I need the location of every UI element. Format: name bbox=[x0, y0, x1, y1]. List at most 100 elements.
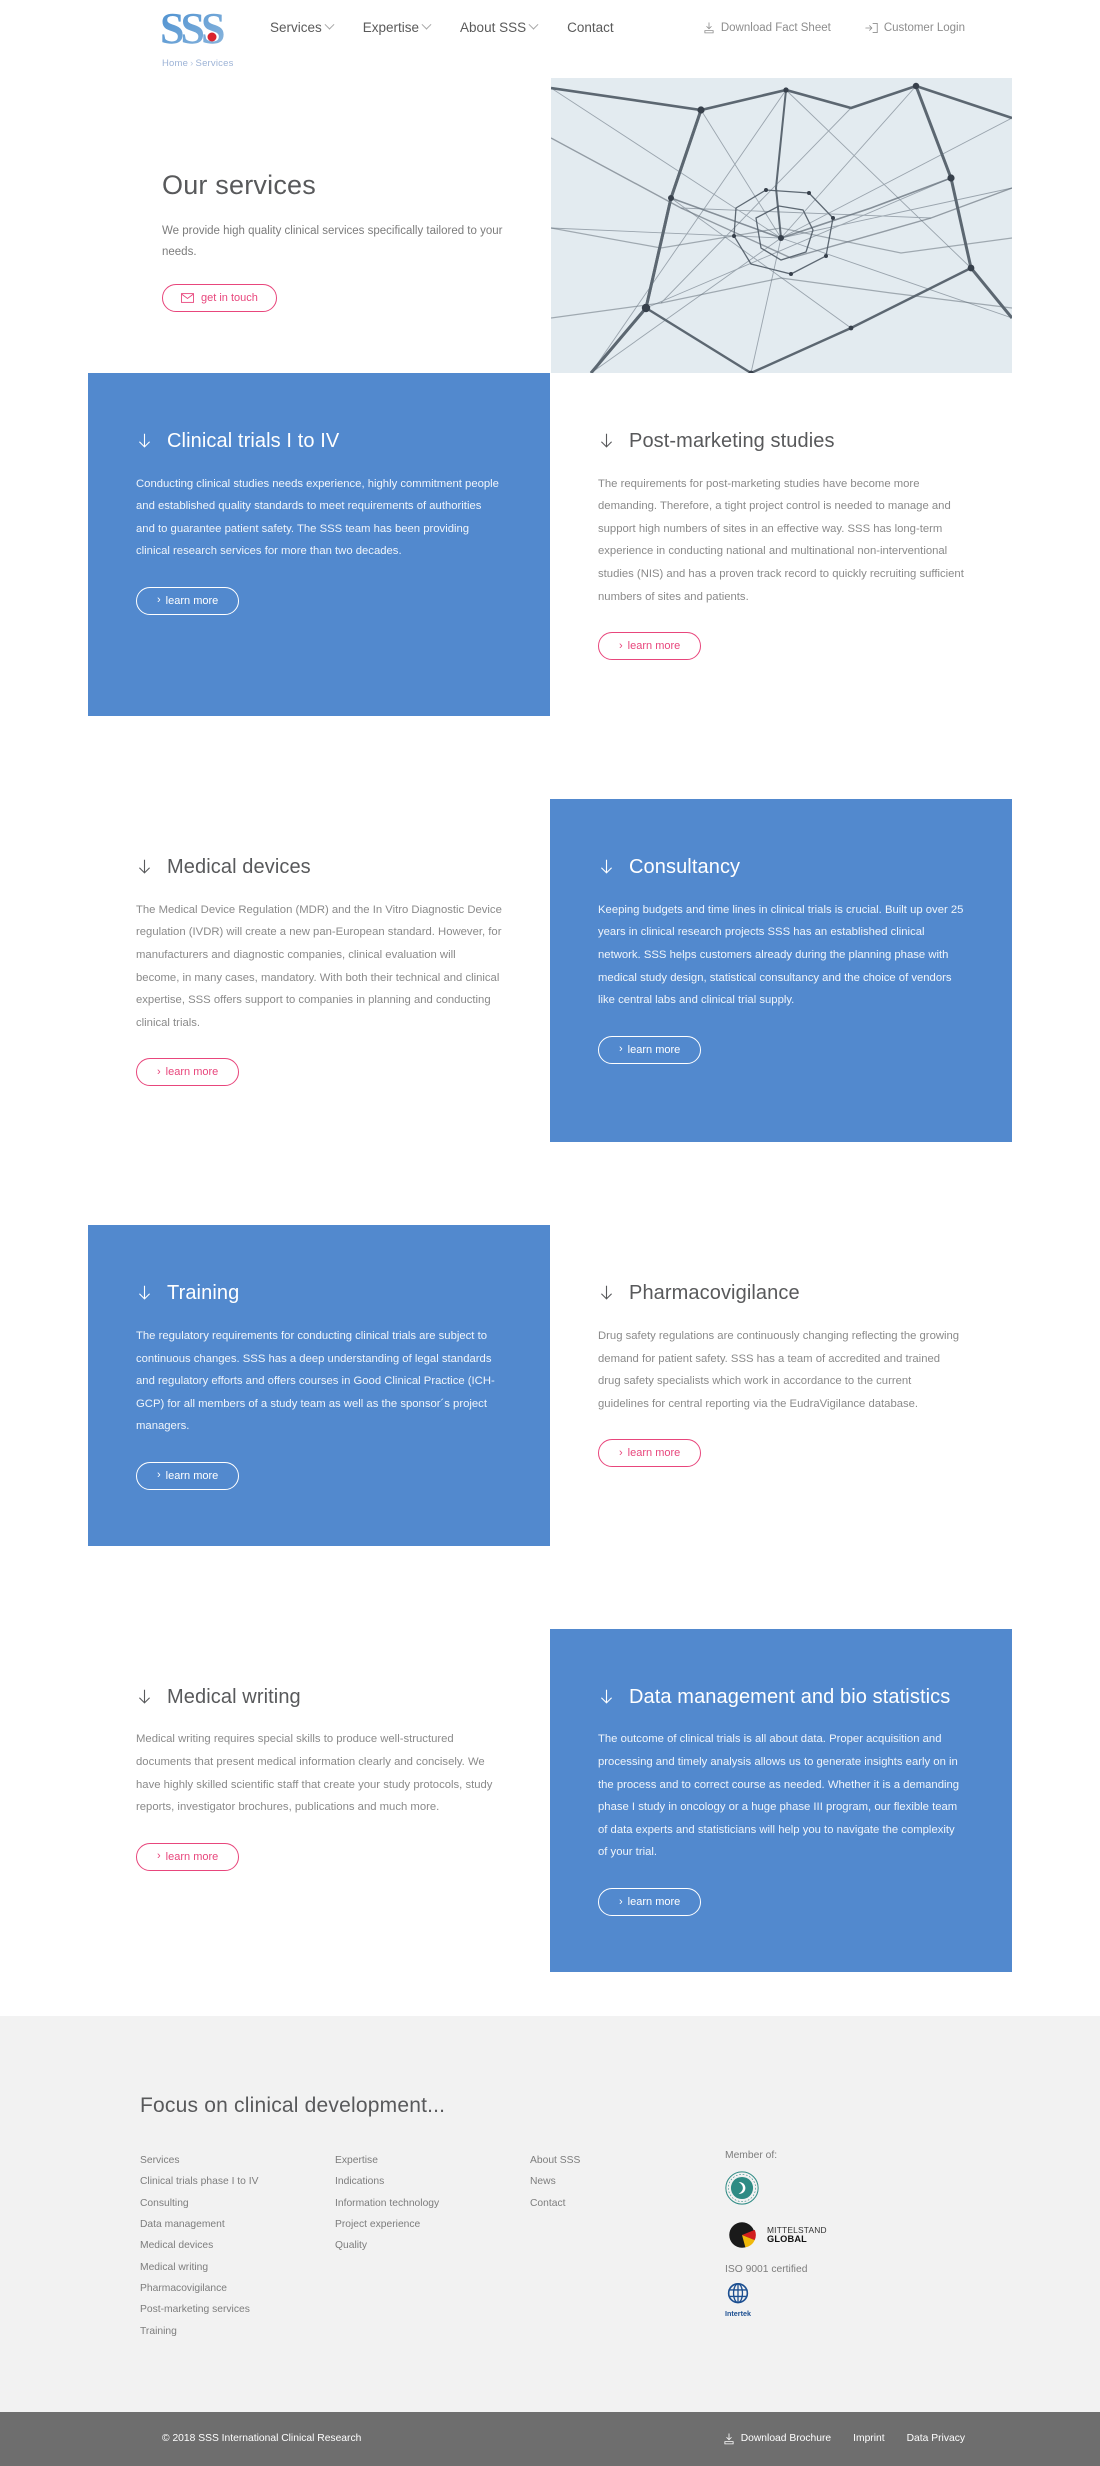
service-card-consultancy[interactable]: Consultancy Keeping budgets and time lin… bbox=[550, 799, 1012, 1143]
learn-more-button[interactable]: › learn more bbox=[598, 1888, 702, 1917]
utility-navigation: Download Fact Sheet Customer Login bbox=[703, 22, 965, 34]
footer-link[interactable]: Expertise bbox=[335, 2150, 530, 2171]
get-in-touch-button[interactable]: get in touch bbox=[162, 283, 277, 312]
arrow-down-icon bbox=[139, 859, 150, 874]
footer-link[interactable]: Services bbox=[140, 2150, 335, 2171]
breadcrumb-home[interactable]: Home bbox=[162, 58, 188, 69]
member-of-label: Member of: bbox=[725, 2150, 778, 2162]
footer-column-about: About SSS News Contact bbox=[530, 2150, 725, 2342]
arrow-down-icon bbox=[139, 1286, 150, 1300]
customer-login-link[interactable]: Customer Login bbox=[865, 22, 965, 34]
service-card-medical-devices[interactable]: Medical devices The Medical Device Regul… bbox=[88, 799, 550, 1143]
nav-item-expertise[interactable]: Expertise bbox=[363, 19, 432, 35]
footer-link[interactable]: Data management bbox=[140, 2214, 335, 2235]
chevron-right-icon: › bbox=[157, 1850, 161, 1863]
learn-more-label: learn more bbox=[165, 1066, 219, 1079]
imprint-link[interactable]: Imprint bbox=[853, 2433, 884, 2444]
mittelstand-globe-icon bbox=[729, 2222, 756, 2248]
envelope-icon bbox=[181, 292, 194, 303]
card-body-text: The outcome of clinical trials is all ab… bbox=[598, 1733, 960, 1859]
card-title-text: Medical devices bbox=[167, 856, 311, 879]
mittelstand-global-logo[interactable]: MITTELSTAND GLOBAL bbox=[725, 2218, 960, 2252]
service-card-post-marketing[interactable]: Post-marketing studies The requirements … bbox=[550, 373, 1012, 717]
footer-link[interactable]: About SSS bbox=[530, 2150, 725, 2171]
learn-more-button[interactable]: › learn more bbox=[136, 1058, 240, 1087]
card-body-text: Medical writing requires special skills … bbox=[136, 1733, 493, 1814]
footer-link[interactable]: Project experience bbox=[335, 2214, 530, 2235]
card-body-text: The requirements for post-marketing stud… bbox=[598, 477, 964, 603]
service-card-pharmacovigilance[interactable]: Pharmacovigilance Drug safety regulation… bbox=[550, 1225, 1012, 1546]
nav-label: Contact bbox=[567, 20, 614, 35]
learn-more-button[interactable]: › learn more bbox=[598, 632, 702, 661]
breadcrumb-separator: › bbox=[190, 58, 194, 69]
footer-link-columns: Services Clinical trials phase I to IV C… bbox=[140, 2150, 960, 2342]
intertek-logo[interactable]: Intertek bbox=[725, 2281, 960, 2318]
learn-more-button[interactable]: › learn more bbox=[136, 586, 240, 615]
footer-link[interactable]: Quality bbox=[335, 2235, 530, 2256]
footer-link[interactable]: Pharmacovigilance bbox=[140, 2278, 335, 2299]
footer-link[interactable]: Training bbox=[140, 2321, 335, 2342]
chevron-right-icon: › bbox=[619, 1043, 623, 1056]
learn-more-button[interactable]: › learn more bbox=[598, 1035, 702, 1064]
chevron-down-icon bbox=[324, 19, 335, 30]
chevron-right-icon: › bbox=[619, 1895, 623, 1908]
learn-more-button[interactable]: › learn more bbox=[136, 1842, 240, 1871]
card-title-row: Medical writing bbox=[136, 1685, 502, 1711]
card-title-text: Clinical trials I to IV bbox=[167, 430, 340, 452]
bottom-bar: © 2018 SSS International Clinical Resear… bbox=[0, 2411, 1100, 2466]
breadcrumb: Home › Services bbox=[162, 58, 234, 69]
footer-link[interactable]: Indications bbox=[335, 2171, 530, 2192]
svg-text:SSS: SSS bbox=[160, 6, 224, 53]
service-card-data-management[interactable]: Data management and bio statistics The o… bbox=[550, 1628, 1012, 1973]
card-title-row: Post-marketing studies bbox=[598, 429, 964, 455]
footer-link[interactable]: Clinical trials phase I to IV bbox=[140, 2171, 335, 2192]
card-title-text: Post-marketing studies bbox=[629, 430, 835, 452]
data-privacy-link[interactable]: Data Privacy bbox=[907, 2433, 965, 2444]
service-card-medical-writing[interactable]: Medical writing Medical writing requires… bbox=[88, 1628, 550, 1973]
card-title-row: Clinical trials I to IV bbox=[136, 429, 502, 455]
download-brochure-link[interactable]: Download Brochure bbox=[723, 2433, 831, 2445]
footer-link[interactable]: Contact bbox=[530, 2193, 725, 2214]
bottom-link-label: Imprint bbox=[853, 2433, 885, 2445]
card-title-text: Data management and bio statistics bbox=[629, 1685, 951, 1708]
arrow-down-icon bbox=[139, 1689, 150, 1704]
footer-link[interactable]: Information technology bbox=[335, 2193, 530, 2214]
service-card-training[interactable]: Training The regulatory requirements for… bbox=[88, 1225, 550, 1546]
arrow-down-icon bbox=[601, 433, 612, 448]
nav-item-about-sss[interactable]: About SSS bbox=[460, 19, 539, 35]
service-card-clinical-trials[interactable]: Clinical trials I to IV Conducting clini… bbox=[88, 373, 550, 717]
nav-item-services[interactable]: Services bbox=[270, 19, 335, 35]
intertek-globe-icon bbox=[727, 2283, 749, 2304]
learn-more-label: learn more bbox=[165, 1850, 219, 1863]
iso-certified-text: ISO 9001 certified bbox=[725, 2264, 808, 2276]
login-icon bbox=[865, 22, 878, 34]
card-title-row: Consultancy bbox=[598, 855, 964, 881]
mittelstand-wordmark: MITTELSTAND GLOBAL bbox=[767, 2225, 827, 2244]
learn-more-label: learn more bbox=[627, 1896, 681, 1909]
footer-link[interactable]: Consulting bbox=[140, 2193, 335, 2214]
nav-item-contact[interactable]: Contact bbox=[567, 20, 614, 35]
learn-more-label: learn more bbox=[627, 1043, 681, 1056]
card-title-row: Medical devices bbox=[136, 855, 502, 881]
card-title-row: Training bbox=[136, 1281, 502, 1307]
download-fact-sheet-link[interactable]: Download Fact Sheet bbox=[703, 22, 831, 34]
arrow-down-icon bbox=[601, 859, 612, 874]
arrow-down-icon bbox=[601, 1286, 612, 1300]
footer-link[interactable]: News bbox=[530, 2171, 725, 2192]
footer-link[interactable]: Medical devices bbox=[140, 2235, 335, 2256]
bvma-logo[interactable] bbox=[725, 2171, 960, 2205]
chevron-down-icon bbox=[528, 19, 539, 30]
hero-text-block: Our services We provide high quality cli… bbox=[162, 170, 522, 312]
learn-more-label: learn more bbox=[165, 594, 219, 607]
arrow-down-icon bbox=[139, 433, 150, 448]
footer-link[interactable]: Medical writing bbox=[140, 2257, 335, 2278]
bvma-seal-icon bbox=[725, 2171, 759, 2205]
services-grid-row-1: Clinical trials I to IV Conducting clini… bbox=[0, 373, 1100, 717]
sss-logo[interactable]: SSS bbox=[160, 6, 240, 54]
arrow-down-icon bbox=[601, 1689, 612, 1704]
chevron-down-icon bbox=[421, 19, 432, 30]
footer-link[interactable]: Post-marketing services bbox=[140, 2299, 335, 2320]
learn-more-button[interactable]: › learn more bbox=[136, 1461, 240, 1490]
learn-more-button[interactable]: › learn more bbox=[598, 1439, 702, 1468]
main-navigation: Services Expertise About SSS Contact bbox=[270, 19, 614, 35]
